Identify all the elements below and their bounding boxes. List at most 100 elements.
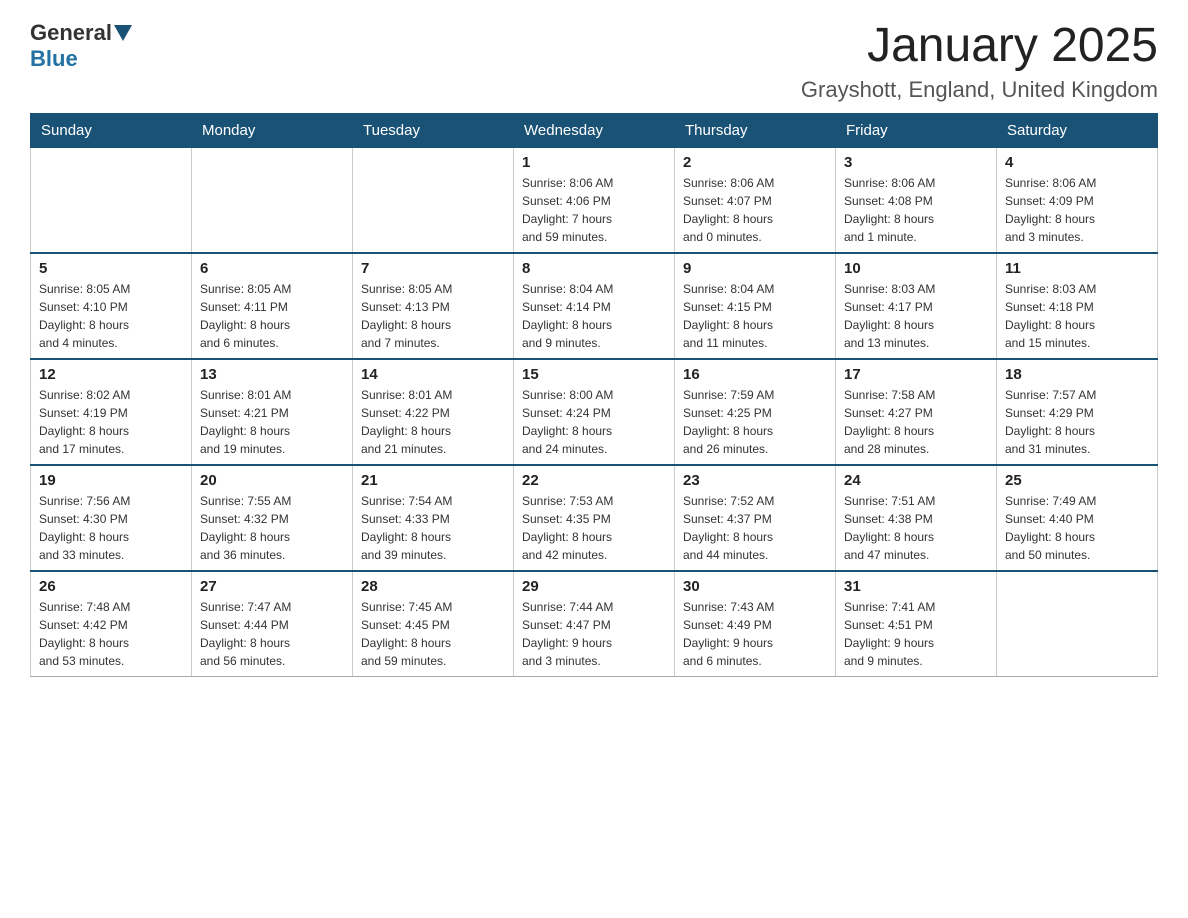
col-header-friday: Friday [836, 113, 997, 147]
day-info: Sunrise: 7:56 AM Sunset: 4:30 PM Dayligh… [39, 492, 183, 564]
day-info: Sunrise: 7:53 AM Sunset: 4:35 PM Dayligh… [522, 492, 666, 564]
calendar-cell: 2 Sunrise: 8:06 AM Sunset: 4:07 PM Daylig… [675, 147, 836, 253]
day-info: Sunrise: 7:48 AM Sunset: 4:42 PM Dayligh… [39, 598, 183, 670]
calendar-week-row: 12Sunrise: 8:02 AM Sunset: 4:19 PM Dayli… [31, 359, 1158, 465]
calendar-cell: 10Sunrise: 8:03 AM Sunset: 4:17 PM Dayli… [836, 253, 997, 359]
day-number: 2 [683, 154, 827, 171]
calendar-cell: 26 Sunrise: 7:48 AM Sunset: 4:42 PM Dayli… [31, 571, 192, 677]
calendar-subtitle: Grayshott, England, United Kingdom [801, 77, 1158, 103]
day-number: 20 [200, 472, 344, 489]
day-info: Sunrise: 8:06 AM Sunset: 4:09 PM Dayligh… [1005, 174, 1149, 246]
logo: General Blue [30, 20, 132, 72]
calendar-cell: 29Sunrise: 7:44 AM Sunset: 4:47 PM Dayli… [514, 571, 675, 677]
day-number: 13 [200, 366, 344, 383]
day-info: Sunrise: 8:05 AM Sunset: 4:10 PM Dayligh… [39, 280, 183, 352]
day-info: Sunrise: 7:45 AM Sunset: 4:45 PM Dayligh… [361, 598, 505, 670]
day-info: Sunrise: 7:54 AM Sunset: 4:33 PM Dayligh… [361, 492, 505, 564]
col-header-tuesday: Tuesday [353, 113, 514, 147]
day-number: 6 [200, 260, 344, 277]
day-number: 19 [39, 472, 183, 489]
day-number: 28 [361, 578, 505, 595]
day-info: Sunrise: 7:52 AM Sunset: 4:37 PM Dayligh… [683, 492, 827, 564]
title-area: January 2025 Grayshott, England, United … [801, 20, 1158, 103]
day-info: Sunrise: 8:06 AM Sunset: 4:07 PM Dayligh… [683, 174, 827, 246]
day-number: 1 [522, 154, 666, 171]
calendar-cell [353, 147, 514, 253]
calendar-cell: 28 Sunrise: 7:45 AM Sunset: 4:45 PM Dayli… [353, 571, 514, 677]
day-info: Sunrise: 7:58 AM Sunset: 4:27 PM Dayligh… [844, 386, 988, 458]
calendar-cell: 18Sunrise: 7:57 AM Sunset: 4:29 PM Dayli… [997, 359, 1158, 465]
calendar-cell [31, 147, 192, 253]
calendar-cell: 8 Sunrise: 8:04 AM Sunset: 4:14 PM Daylig… [514, 253, 675, 359]
day-number: 31 [844, 578, 988, 595]
calendar-cell: 15 Sunrise: 8:00 AM Sunset: 4:24 PM Dayli… [514, 359, 675, 465]
day-info: Sunrise: 7:49 AM Sunset: 4:40 PM Dayligh… [1005, 492, 1149, 564]
day-number: 18 [1005, 366, 1149, 383]
day-info: Sunrise: 7:47 AM Sunset: 4:44 PM Dayligh… [200, 598, 344, 670]
calendar-week-row: 19 Sunrise: 7:56 AM Sunset: 4:30 PM Dayli… [31, 465, 1158, 571]
day-number: 27 [200, 578, 344, 595]
day-info: Sunrise: 8:05 AM Sunset: 4:13 PM Dayligh… [361, 280, 505, 352]
calendar-cell: 16 Sunrise: 7:59 AM Sunset: 4:25 PM Dayli… [675, 359, 836, 465]
day-number: 11 [1005, 260, 1149, 277]
day-info: Sunrise: 7:44 AM Sunset: 4:47 PM Dayligh… [522, 598, 666, 670]
day-number: 26 [39, 578, 183, 595]
day-number: 7 [361, 260, 505, 277]
logo-blue-text: Blue [30, 46, 78, 72]
page-header: General Blue January 2025 Grayshott, Eng… [30, 20, 1158, 103]
day-number: 24 [844, 472, 988, 489]
col-header-wednesday: Wednesday [514, 113, 675, 147]
day-info: Sunrise: 7:55 AM Sunset: 4:32 PM Dayligh… [200, 492, 344, 564]
day-info: Sunrise: 8:06 AM Sunset: 4:06 PM Dayligh… [522, 174, 666, 246]
day-number: 25 [1005, 472, 1149, 489]
calendar-header-row: Sunday Monday Tuesday Wednesday Thursday… [31, 113, 1158, 147]
day-number: 17 [844, 366, 988, 383]
calendar-cell: 30Sunrise: 7:43 AM Sunset: 4:49 PM Dayli… [675, 571, 836, 677]
calendar-cell: 23 Sunrise: 7:52 AM Sunset: 4:37 PM Dayli… [675, 465, 836, 571]
calendar-cell [997, 571, 1158, 677]
day-info: Sunrise: 8:04 AM Sunset: 4:15 PM Dayligh… [683, 280, 827, 352]
calendar-title: January 2025 [801, 20, 1158, 73]
calendar-week-row: 26 Sunrise: 7:48 AM Sunset: 4:42 PM Dayli… [31, 571, 1158, 677]
calendar-table: Sunday Monday Tuesday Wednesday Thursday… [30, 113, 1158, 677]
calendar-cell: 4 Sunrise: 8:06 AM Sunset: 4:09 PM Daylig… [997, 147, 1158, 253]
calendar-cell [192, 147, 353, 253]
calendar-cell: 22Sunrise: 7:53 AM Sunset: 4:35 PM Dayli… [514, 465, 675, 571]
day-number: 23 [683, 472, 827, 489]
day-info: Sunrise: 7:41 AM Sunset: 4:51 PM Dayligh… [844, 598, 988, 670]
day-number: 4 [1005, 154, 1149, 171]
day-number: 8 [522, 260, 666, 277]
col-header-sunday: Sunday [31, 113, 192, 147]
day-info: Sunrise: 8:01 AM Sunset: 4:21 PM Dayligh… [200, 386, 344, 458]
day-info: Sunrise: 8:00 AM Sunset: 4:24 PM Dayligh… [522, 386, 666, 458]
calendar-cell: 24 Sunrise: 7:51 AM Sunset: 4:38 PM Dayli… [836, 465, 997, 571]
day-number: 12 [39, 366, 183, 383]
day-info: Sunrise: 7:59 AM Sunset: 4:25 PM Dayligh… [683, 386, 827, 458]
calendar-cell: 20 Sunrise: 7:55 AM Sunset: 4:32 PM Dayli… [192, 465, 353, 571]
day-info: Sunrise: 8:04 AM Sunset: 4:14 PM Dayligh… [522, 280, 666, 352]
day-info: Sunrise: 8:03 AM Sunset: 4:18 PM Dayligh… [1005, 280, 1149, 352]
calendar-cell: 7 Sunrise: 8:05 AM Sunset: 4:13 PM Daylig… [353, 253, 514, 359]
calendar-cell: 3Sunrise: 8:06 AM Sunset: 4:08 PM Daylig… [836, 147, 997, 253]
calendar-cell: 21Sunrise: 7:54 AM Sunset: 4:33 PM Dayli… [353, 465, 514, 571]
day-number: 15 [522, 366, 666, 383]
calendar-cell: 9Sunrise: 8:04 AM Sunset: 4:15 PM Daylig… [675, 253, 836, 359]
col-header-saturday: Saturday [997, 113, 1158, 147]
calendar-cell: 14Sunrise: 8:01 AM Sunset: 4:22 PM Dayli… [353, 359, 514, 465]
day-number: 16 [683, 366, 827, 383]
calendar-cell: 1 Sunrise: 8:06 AM Sunset: 4:06 PM Daylig… [514, 147, 675, 253]
day-number: 30 [683, 578, 827, 595]
calendar-cell: 11 Sunrise: 8:03 AM Sunset: 4:18 PM Dayli… [997, 253, 1158, 359]
calendar-cell: 25 Sunrise: 7:49 AM Sunset: 4:40 PM Dayli… [997, 465, 1158, 571]
calendar-cell: 27 Sunrise: 7:47 AM Sunset: 4:44 PM Dayli… [192, 571, 353, 677]
logo-arrow-icon [114, 25, 132, 41]
day-number: 14 [361, 366, 505, 383]
calendar-cell: 6 Sunrise: 8:05 AM Sunset: 4:11 PM Daylig… [192, 253, 353, 359]
day-info: Sunrise: 8:05 AM Sunset: 4:11 PM Dayligh… [200, 280, 344, 352]
calendar-cell: 13 Sunrise: 8:01 AM Sunset: 4:21 PM Dayli… [192, 359, 353, 465]
calendar-week-row: 1 Sunrise: 8:06 AM Sunset: 4:06 PM Daylig… [31, 147, 1158, 253]
day-info: Sunrise: 7:51 AM Sunset: 4:38 PM Dayligh… [844, 492, 988, 564]
calendar-cell: 5Sunrise: 8:05 AM Sunset: 4:10 PM Daylig… [31, 253, 192, 359]
calendar-cell: 19 Sunrise: 7:56 AM Sunset: 4:30 PM Dayli… [31, 465, 192, 571]
calendar-cell: 31 Sunrise: 7:41 AM Sunset: 4:51 PM Dayli… [836, 571, 997, 677]
